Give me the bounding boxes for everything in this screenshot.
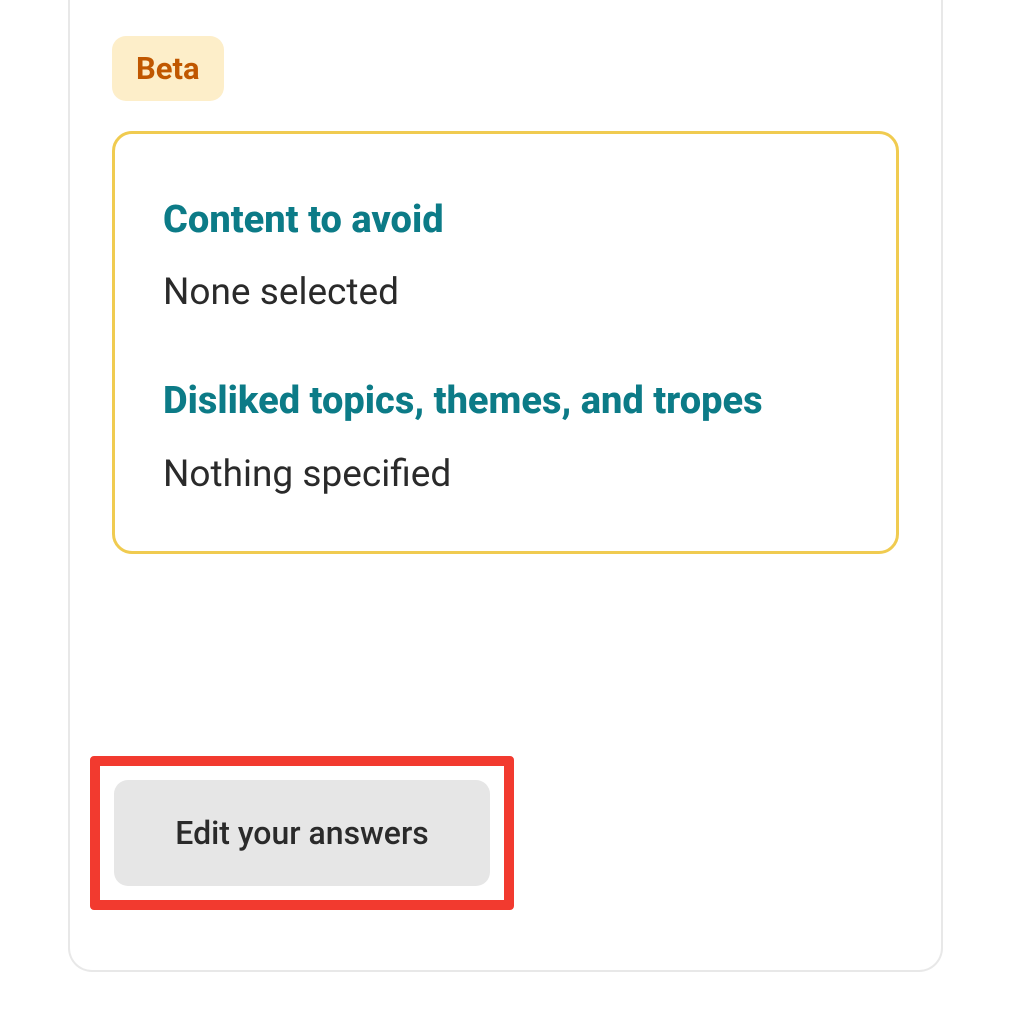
highlight-annotation: Edit your answers [90, 756, 514, 910]
content-preferences-box: Content to avoid None selected Disliked … [112, 131, 899, 554]
beta-badge-label: Beta [136, 50, 200, 87]
section-value: Nothing specified [163, 451, 848, 499]
section-heading: Content to avoid [163, 196, 848, 245]
edit-answers-button[interactable]: Edit your answers [114, 780, 490, 886]
beta-badge: Beta [112, 36, 224, 101]
section-content-to-avoid: Content to avoid None selected [163, 196, 848, 317]
section-disliked-topics: Disliked topics, themes, and tropes Noth… [163, 377, 848, 498]
section-value: None selected [163, 269, 848, 317]
section-heading: Disliked topics, themes, and tropes [163, 377, 848, 426]
